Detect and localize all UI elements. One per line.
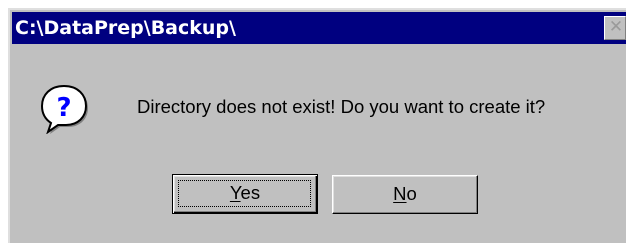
- close-icon: ✕: [608, 17, 624, 37]
- no-button[interactable]: No: [332, 175, 478, 214]
- titlebar[interactable]: C:\DataPrep\Backup\ ✕: [12, 12, 626, 44]
- message-dialog: C:\DataPrep\Backup\ ✕ ? Directory does n…: [8, 8, 626, 243]
- svg-text:?: ?: [56, 93, 71, 123]
- close-button[interactable]: ✕: [604, 16, 626, 40]
- no-mnemonic: N: [393, 183, 407, 204]
- window-title: C:\DataPrep\Backup\: [15, 17, 236, 39]
- yes-button[interactable]: Yes: [172, 174, 318, 214]
- yes-label: es: [240, 182, 261, 203]
- question-icon: ?: [40, 84, 88, 134]
- yes-mnemonic: Y: [229, 182, 241, 203]
- no-label: o: [406, 183, 417, 204]
- dialog-message: Directory does not exist! Do you want to…: [137, 96, 546, 117]
